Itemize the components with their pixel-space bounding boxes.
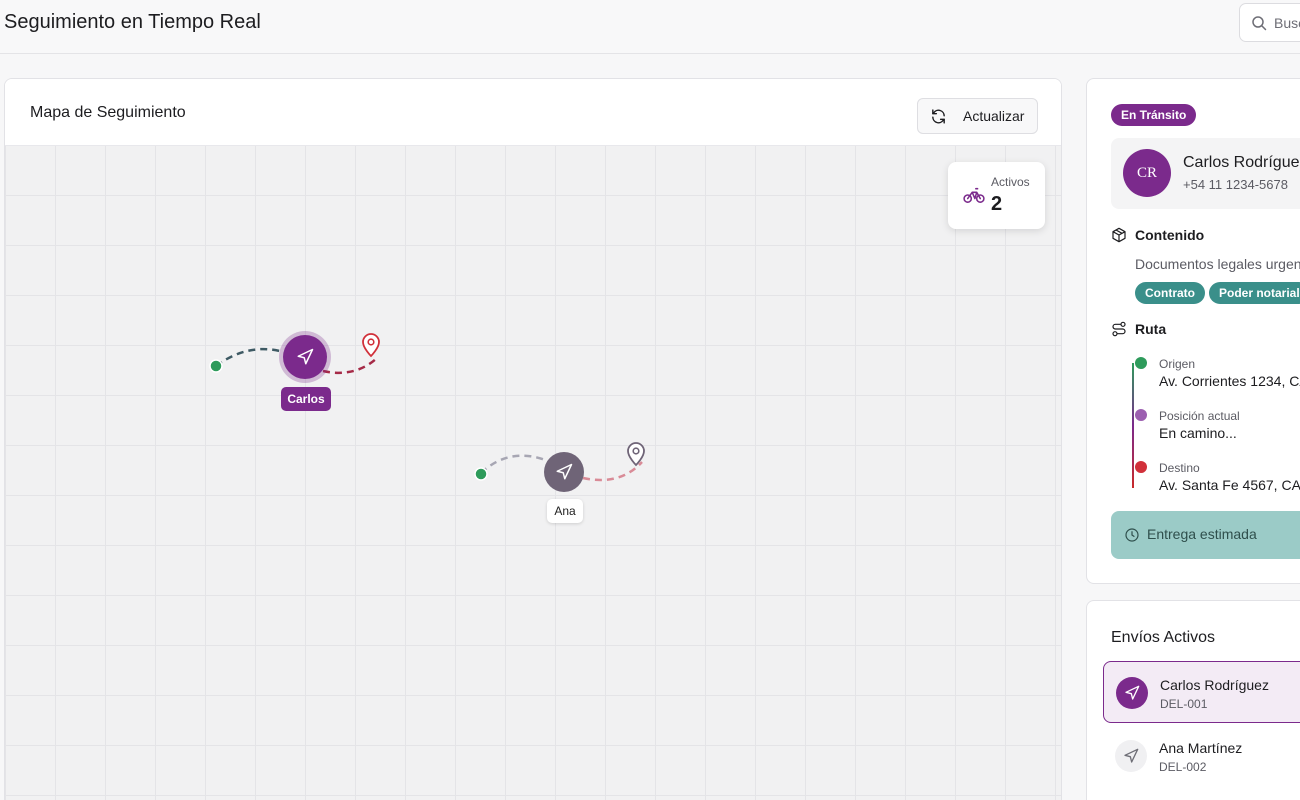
avatar: CR xyxy=(1123,149,1171,197)
ana-route-remaining xyxy=(582,461,643,482)
courier-tag-ana: Ana xyxy=(547,499,583,523)
courier-info: CR Carlos Rodríguez +54 11 1234-5678 xyxy=(1111,138,1300,209)
active-shipments-card: Envíos Activos Carlos Rodríguez DEL-001 … xyxy=(1086,600,1300,800)
active-label: Activos xyxy=(991,175,1030,189)
destination-address: Av. Santa Fe 4567, CABA xyxy=(1159,477,1300,493)
carlos-route-traveled xyxy=(215,347,288,368)
shipment-icon xyxy=(1116,677,1148,709)
route-heading: Ruta xyxy=(1111,321,1300,339)
origin-label: Origen xyxy=(1159,357,1196,371)
tracking-map-card: Mapa de Seguimiento Actualizar Carlos An… xyxy=(4,78,1062,800)
carlos-destination-pin xyxy=(362,333,380,358)
navigation-icon xyxy=(297,348,314,365)
content-tag: Contrato xyxy=(1135,282,1205,304)
map-canvas[interactable]: Carlos Ana Activos 2 xyxy=(5,146,1061,800)
courier-phone: +54 11 1234-5678 xyxy=(1183,177,1288,192)
shipment-id: DEL-002 xyxy=(1159,760,1207,774)
shipment-id: DEL-001 xyxy=(1160,697,1208,711)
current-position-dot xyxy=(1135,409,1147,421)
courier-marker-carlos[interactable] xyxy=(283,335,327,379)
route-timeline-line xyxy=(1132,363,1134,488)
courier-name: Carlos Rodríguez xyxy=(1183,154,1300,171)
bike-icon xyxy=(963,187,985,203)
content-tag: Poder notarial xyxy=(1209,282,1300,304)
status-badge: En Tránsito xyxy=(1111,104,1197,126)
shipment-details-card: En Tránsito CR Carlos Rodríguez +54 11 1… xyxy=(1086,78,1300,584)
active-count: 2 xyxy=(991,193,1003,215)
carlos-origin-point xyxy=(209,359,223,373)
route-icon xyxy=(1112,321,1126,337)
map-title: Mapa de Seguimiento xyxy=(30,104,186,121)
package-icon xyxy=(1112,227,1126,243)
content-heading: Contenido xyxy=(1111,227,1300,245)
navigation-icon xyxy=(1124,748,1139,763)
clock-icon xyxy=(1125,528,1139,542)
content-heading-label: Contenido xyxy=(1135,227,1205,243)
refresh-button-label: Actualizar xyxy=(963,108,1025,124)
courier-tag-carlos: Carlos xyxy=(281,387,331,411)
search-input[interactable] xyxy=(1274,12,1300,34)
refresh-icon xyxy=(932,109,945,124)
eta-box: Entrega estimada xyxy=(1111,511,1300,559)
active-couriers-counter: Activos 2 xyxy=(948,162,1045,229)
shipment-icon xyxy=(1115,740,1147,772)
courier-marker-ana[interactable] xyxy=(544,452,584,492)
origin-address: Av. Corrientes 1234, CABA xyxy=(1159,373,1300,389)
search-box[interactable] xyxy=(1239,3,1300,42)
shipment-courier-name: Carlos Rodríguez xyxy=(1160,677,1269,693)
ana-origin-point xyxy=(474,467,488,481)
current-position-value: En camino... xyxy=(1159,425,1237,441)
navigation-icon xyxy=(556,463,573,480)
search-icon xyxy=(1252,16,1267,31)
route-heading-label: Ruta xyxy=(1135,321,1167,337)
map-routes xyxy=(209,333,645,482)
map-header: Mapa de Seguimiento Actualizar xyxy=(5,79,1061,146)
content-description: Documentos legales urgentes xyxy=(1135,256,1300,272)
carlos-route-remaining xyxy=(322,357,378,375)
page-title: Seguimiento en Tiempo Real xyxy=(4,11,261,33)
refresh-button[interactable]: Actualizar xyxy=(917,98,1038,134)
shipments-title: Envíos Activos xyxy=(1111,629,1216,646)
shipment-courier-name: Ana Martínez xyxy=(1159,740,1243,756)
current-position-label: Posición actual xyxy=(1159,409,1240,423)
destination-dot xyxy=(1135,461,1147,473)
shipment-item[interactable]: Carlos Rodríguez DEL-001 xyxy=(1103,661,1300,723)
top-bar: Seguimiento en Tiempo Real xyxy=(0,0,1300,54)
eta-label: Entrega estimada xyxy=(1147,526,1257,542)
shipment-item[interactable]: Ana Martínez DEL-002 xyxy=(1103,725,1300,787)
ana-route-traveled xyxy=(480,454,549,474)
origin-dot xyxy=(1135,357,1147,369)
navigation-icon xyxy=(1125,685,1140,700)
destination-label: Destino xyxy=(1159,461,1200,475)
